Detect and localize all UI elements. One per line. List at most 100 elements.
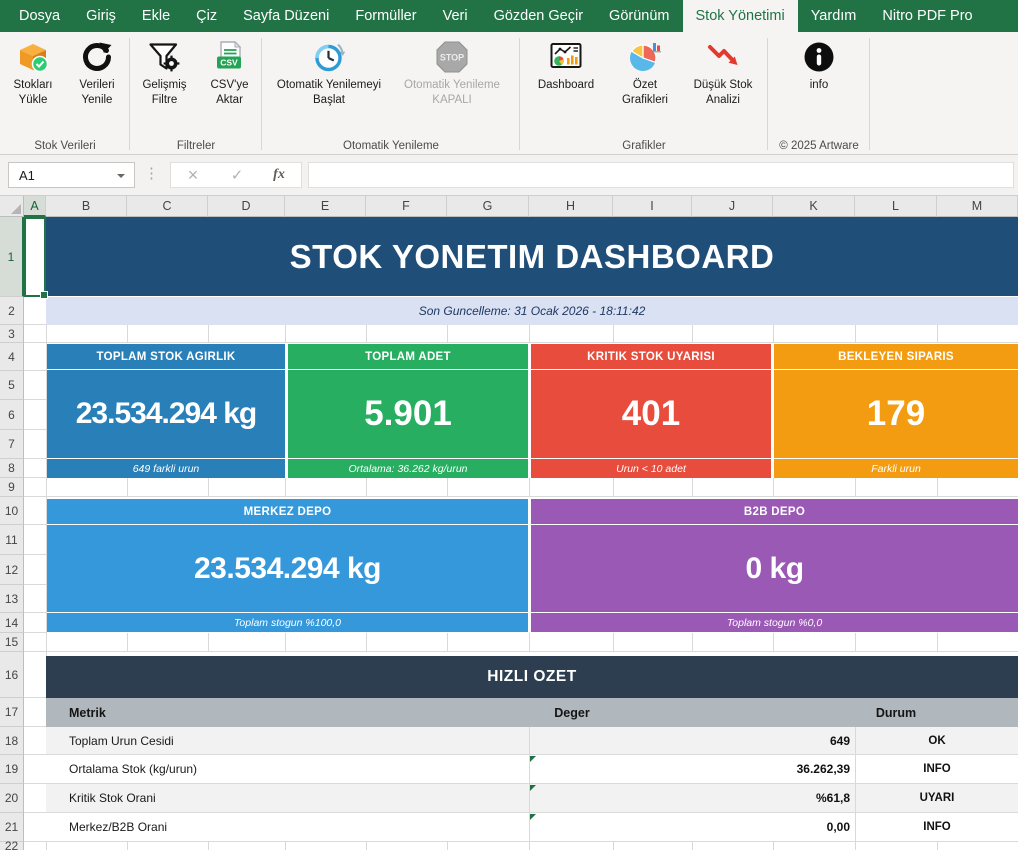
- row-header-17[interactable]: 17: [0, 698, 24, 727]
- refresh-data-button[interactable]: Verileri Yenile: [66, 38, 128, 108]
- kpi-card-pending-orders[interactable]: BEKLEYEN SIPARIS 179 Farkli urun: [774, 344, 1018, 478]
- kpi-header: BEKLEYEN SIPARIS: [774, 344, 1018, 369]
- column-header-F[interactable]: F: [366, 196, 447, 217]
- menu-tab-form-ller[interactable]: Formüller: [342, 0, 429, 32]
- cancel-icon[interactable]: [171, 165, 215, 186]
- start-auto-refresh-button[interactable]: Otomatik Yenilemeyi Başlat: [269, 38, 389, 108]
- auto-refresh-off-button[interactable]: STOP Otomatik Yenileme KAPALI: [391, 38, 513, 108]
- menu-tab-g-zden-ge-ir[interactable]: Gözden Geçir: [481, 0, 596, 32]
- button-label: CSV'ye Aktar: [201, 78, 258, 107]
- menu-tab-ekle[interactable]: Ekle: [129, 0, 183, 32]
- column-header-deger: Deger: [529, 698, 615, 727]
- chevron-down-icon[interactable]: [117, 174, 125, 178]
- summary-row[interactable]: Merkez/B2B Orani 0,00 INFO: [46, 813, 1018, 842]
- column-header-E[interactable]: E: [285, 196, 366, 217]
- summary-title-banner[interactable]: HIZLI OZET: [46, 656, 1018, 698]
- summary-row[interactable]: Ortalama Stok (kg/urun) 36.262,39 INFO: [46, 755, 1018, 784]
- ribbon-group-label: Filtreler: [130, 140, 262, 152]
- menu-tab-dosya[interactable]: Dosya: [6, 0, 73, 32]
- row-header-10[interactable]: 10: [0, 497, 24, 525]
- kpi-card-total-weight[interactable]: TOPLAM STOK AGIRLIK 23.534.294 kg 649 fa…: [47, 344, 285, 478]
- menu-tab--iz[interactable]: Çiz: [183, 0, 230, 32]
- dashboard-button[interactable]: Dashboard: [524, 38, 608, 94]
- kpi-header: KRITIK STOK UYARISI: [531, 344, 771, 369]
- menu-tab-g-r-n-m[interactable]: Görünüm: [596, 0, 682, 32]
- summary-charts-button[interactable]: Özet Grafikleri: [610, 38, 680, 108]
- summary-row[interactable]: Toplam Urun Cesidi 649 OK: [46, 727, 1018, 755]
- svg-text:CSV: CSV: [221, 58, 239, 68]
- enter-check-icon[interactable]: [215, 166, 259, 184]
- gridline: [24, 370, 46, 371]
- button-label: Özet Grafikleri: [612, 78, 678, 107]
- row-header-9[interactable]: 9: [0, 478, 24, 497]
- low-stock-analysis-button[interactable]: Düşük Stok Analizi: [682, 38, 764, 108]
- dashboard-title-banner[interactable]: STOK YONETIM DASHBOARD: [46, 217, 1018, 296]
- row-header-2[interactable]: 2: [0, 297, 24, 325]
- gridline: [692, 842, 693, 850]
- menu-tab-giri-[interactable]: Giriş: [73, 0, 129, 32]
- column-header-L[interactable]: L: [855, 196, 937, 217]
- gridline: [366, 325, 367, 343]
- advanced-filter-button[interactable]: Gelişmiş Filtre: [132, 38, 197, 108]
- row-header-16[interactable]: 16: [0, 652, 24, 698]
- column-header-K[interactable]: K: [773, 196, 855, 217]
- select-all-corner[interactable]: [0, 196, 24, 217]
- row-header-21[interactable]: 21: [0, 813, 24, 842]
- depot-card-merkez[interactable]: MERKEZ DEPO 23.534.294 kg Toplam stogun …: [47, 499, 528, 632]
- menu-tab-nitro-pdf-pro[interactable]: Nitro PDF Pro: [869, 0, 985, 32]
- column-header-C[interactable]: C: [127, 196, 208, 217]
- error-flag-icon: [530, 756, 536, 762]
- row-header-1[interactable]: 1: [0, 217, 24, 297]
- column-header-J[interactable]: J: [692, 196, 773, 217]
- row-header-20[interactable]: 20: [0, 784, 24, 813]
- kpi-footer-label: Ortalama: 36.262 kg/urun: [348, 463, 467, 475]
- export-csv-button[interactable]: CSV CSV'ye Aktar: [199, 38, 260, 108]
- gridline: [285, 842, 286, 850]
- insert-function-icon[interactable]: fx: [259, 167, 299, 183]
- row-header-22[interactable]: 22: [0, 842, 24, 850]
- depot-footer-label: Toplam stogun %100,0: [234, 617, 341, 629]
- column-header-D[interactable]: D: [208, 196, 285, 217]
- column-header-H[interactable]: H: [529, 196, 613, 217]
- row-header-5[interactable]: 5: [0, 371, 24, 400]
- gridline: [529, 325, 530, 343]
- row-header-12[interactable]: 12: [0, 555, 24, 585]
- corner-triangle-icon: [11, 204, 21, 214]
- menu-tab-stok-y-netimi[interactable]: Stok Yönetimi: [683, 0, 798, 32]
- menu-tab-veri[interactable]: Veri: [430, 0, 481, 32]
- row-header-13[interactable]: 13: [0, 585, 24, 613]
- row-header-15[interactable]: 15: [0, 633, 24, 652]
- row-header-4[interactable]: 4: [0, 343, 24, 371]
- row-header-18[interactable]: 18: [0, 727, 24, 755]
- row-header-14[interactable]: 14: [0, 613, 24, 633]
- name-box[interactable]: A1: [8, 162, 135, 188]
- depot-card-b2b[interactable]: B2B DEPO 0 kg Toplam stogun %0,0: [531, 499, 1018, 632]
- formula-input[interactable]: [308, 162, 1014, 188]
- selected-cell-a1[interactable]: [24, 217, 46, 297]
- info-button[interactable]: info: [792, 38, 846, 94]
- column-header-G[interactable]: G: [447, 196, 529, 217]
- column-header-M[interactable]: M: [937, 196, 1018, 217]
- kpi-card-total-count[interactable]: TOPLAM ADET 5.901 Ortalama: 36.262 kg/ur…: [288, 344, 528, 478]
- row-header-7[interactable]: 7: [0, 430, 24, 459]
- summary-header-row[interactable]: Metrik Deger Durum: [46, 698, 1018, 727]
- row-header-8[interactable]: 8: [0, 459, 24, 478]
- last-update-banner[interactable]: Son Guncelleme: 31 Ocak 2026 - 18:11:42: [46, 297, 1018, 325]
- load-stocks-button[interactable]: Stokları Yükle: [2, 38, 64, 108]
- row-header-6[interactable]: 6: [0, 400, 24, 430]
- column-header-A[interactable]: A: [24, 196, 46, 217]
- column-header-B[interactable]: B: [46, 196, 127, 217]
- kpi-header-label: BEKLEYEN SIPARIS: [838, 351, 954, 363]
- menu-tab-yard-m[interactable]: Yardım: [798, 0, 870, 32]
- row-header-19[interactable]: 19: [0, 755, 24, 784]
- fill-handle[interactable]: [40, 291, 48, 299]
- gridline: [773, 325, 774, 343]
- kpi-card-critical-stock[interactable]: KRITIK STOK UYARISI 401 Urun < 10 adet: [531, 344, 771, 478]
- row-header-11[interactable]: 11: [0, 525, 24, 555]
- ribbon-group-grafikler: Dashboard Özet Grafikleri: [520, 32, 768, 154]
- menu-tab-sayfa-d-zeni[interactable]: Sayfa Düzeni: [230, 0, 342, 32]
- row-header-3[interactable]: 3: [0, 325, 24, 343]
- button-label: info: [810, 78, 829, 93]
- column-header-I[interactable]: I: [613, 196, 692, 217]
- summary-row[interactable]: Kritik Stok Orani %61,8 UYARI: [46, 784, 1018, 813]
